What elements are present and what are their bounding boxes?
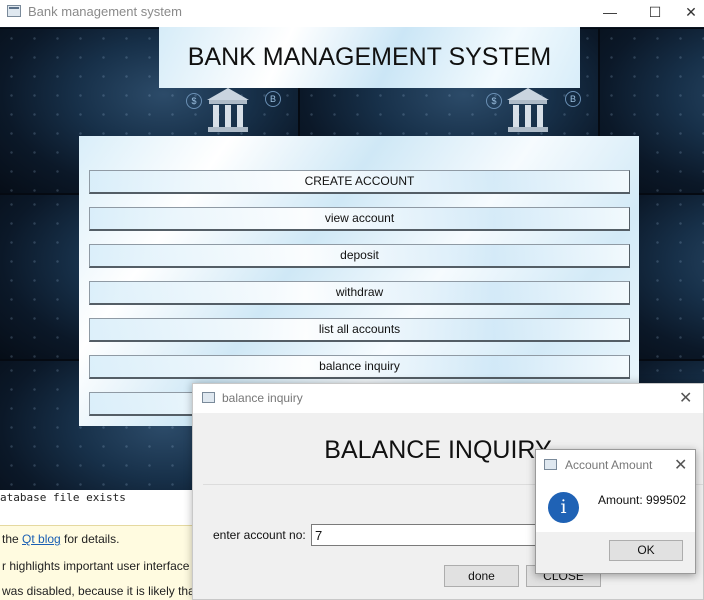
window-app-icon <box>202 392 215 403</box>
maximize-button[interactable]: ☐ <box>632 0 678 27</box>
info-text: for details. <box>60 532 120 546</box>
minimize-button[interactable]: — <box>587 0 633 27</box>
done-button[interactable]: done <box>444 565 519 587</box>
ide-console-area: atabase file exists the Qt blog for deta… <box>0 490 207 600</box>
withdraw-button[interactable]: withdraw <box>89 281 630 305</box>
list-all-accounts-button[interactable]: list all accounts <box>89 318 630 342</box>
info-icon: i <box>548 492 579 523</box>
view-account-button[interactable]: view account <box>89 207 630 231</box>
message-box-title-bar[interactable]: Account Amount ✕ <box>536 450 695 480</box>
header-banner: BANK MANAGEMENT SYSTEM <box>159 27 580 88</box>
close-icon[interactable]: ✕ <box>679 388 692 408</box>
bank-building-icon <box>507 88 549 132</box>
info-notification: the Qt blog for details. r highlights im… <box>0 525 207 600</box>
window-app-icon <box>7 5 21 17</box>
title-bar[interactable]: Bank management system — ☐ ✕ <box>0 0 704 27</box>
window-app-icon <box>544 459 557 470</box>
account-amount-message-box: Account Amount ✕ i Amount: 999502 OK <box>535 449 696 574</box>
qt-blog-link[interactable]: Qt blog <box>22 532 61 546</box>
info-line: was disabled, because it is likely that … <box>2 584 208 598</box>
balance-inquiry-button[interactable]: balance inquiry <box>89 355 630 379</box>
app-heading: BANK MANAGEMENT SYSTEM <box>187 43 552 71</box>
dialog-title-bar[interactable]: balance inquiry ✕ <box>193 384 703 413</box>
coin-icon: B <box>265 91 281 107</box>
info-line: the Qt blog for details. <box>2 532 119 546</box>
dialog-title: balance inquiry <box>222 391 303 405</box>
ok-button[interactable]: OK <box>609 540 683 561</box>
info-text: the <box>2 532 23 546</box>
message-box-title: Account Amount <box>565 458 653 472</box>
amount-message: Amount: 999502 <box>598 493 687 507</box>
create-account-button[interactable]: CREATE ACCOUNT <box>89 170 630 194</box>
coin-icon: $ <box>486 93 502 109</box>
coin-icon: B <box>565 91 581 107</box>
coin-icon: $ <box>186 93 202 109</box>
close-button[interactable]: ✕ <box>678 0 704 27</box>
close-icon[interactable]: ✕ <box>674 455 687 475</box>
message-box-footer: OK <box>536 532 695 573</box>
info-line: r highlights important user interface <box>2 559 190 573</box>
window-title: Bank management system <box>28 4 182 19</box>
account-number-label: enter account no: <box>213 528 306 542</box>
console-output-line: atabase file exists <box>0 491 126 504</box>
deposit-button[interactable]: deposit <box>89 244 630 268</box>
bank-building-icon <box>207 88 249 132</box>
account-number-input[interactable] <box>311 524 541 546</box>
